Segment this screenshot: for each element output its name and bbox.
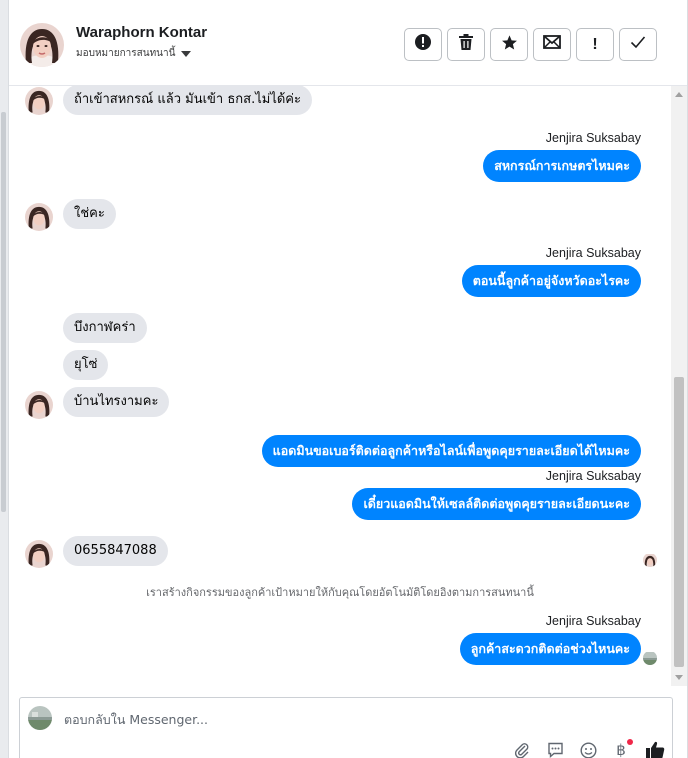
left-scrollbar-thumb[interactable] [1,112,6,512]
incoming-message[interactable]: ถ้าเข้าสหกรณ์ แล้ว มันเข้า ธกส.ไม่ได้ค่ะ [63,86,312,115]
incoming-message[interactable]: ยุโซ่ [63,350,109,380]
sender-name: Jenjira Suksabay [545,131,641,145]
chevron-down-icon [181,51,192,57]
star-icon [501,34,518,56]
system-notice: เราสร้างกิจกรรมของลูกค้าเป้าหมายให้กับคุ… [146,586,534,599]
assign-label: มอบหมายการสนทนานี้ [76,48,176,59]
envelope-icon [543,35,561,54]
check-icon [630,35,646,54]
incoming-message[interactable]: 0655847088 [63,536,168,566]
scroll-up-arrow-icon[interactable] [675,92,683,97]
contact-name[interactable]: Waraphorn Kontar [76,24,207,41]
assign-conversation-dropdown[interactable]: มอบหมายการสนทนานี้ [76,46,192,61]
trash-icon [458,33,474,56]
incoming-message[interactable]: บึงกาฬคร่า [63,313,147,343]
outgoing-message[interactable]: สหกรณ์การเกษตรไหมคะ [483,150,641,182]
contact-avatar-small [25,391,53,419]
reply-composer: ฿ [19,697,673,758]
scrollbar-thumb[interactable] [674,377,684,667]
notification-dot [627,739,633,745]
reply-input[interactable] [64,710,484,728]
attachment-icon[interactable] [513,741,531,758]
conversation-panel: Waraphorn Kontar มอบหมายการสนทนานี้ ! ถ้… [8,0,688,758]
incoming-message[interactable]: บ้านไทรงามคะ [63,387,170,417]
page-avatar [28,706,52,730]
emoji-icon[interactable] [579,741,597,758]
outgoing-message[interactable]: แอดมินขอเบอร์ติดต่อลูกค้าหรือไลน์เพื่อพู… [261,435,641,467]
contact-avatar-small [25,540,53,568]
star-button[interactable] [490,28,528,61]
outgoing-message[interactable]: ตอนนี้ลูกค้าอยู่จังหวัดอะไรคะ [461,265,641,297]
contact-avatar[interactable] [20,23,64,67]
incoming-message[interactable]: ใช่คะ [63,199,116,229]
like-icon[interactable] [644,741,666,758]
sender-name: Jenjira Suksabay [545,469,641,483]
message-thread: ถ้าเข้าสหกรณ์ แล้ว มันเข้า ธกส.ไม่ได้ค่ะ… [9,86,671,686]
alert-circle-icon [414,33,432,56]
messenger-inbox: Waraphorn Kontar มอบหมายการสนทนานี้ ! ถ้… [0,0,688,758]
seen-avatar [643,651,657,665]
contact-avatar-small [25,203,53,231]
mark-done-button[interactable] [619,28,657,61]
chat-scrollbar[interactable] [671,86,687,686]
follow-up-button[interactable]: ! [576,28,614,61]
exclamation-icon: ! [592,35,598,53]
spam-button[interactable] [404,28,442,61]
scroll-down-arrow-icon[interactable] [675,675,683,680]
left-scroll-strip [0,0,8,758]
delete-button[interactable] [447,28,485,61]
outgoing-message[interactable]: เดี๋ยวแอดมินให้เซลล์ติดต่อพูดคุยรายละเอี… [352,488,641,520]
conversation-header: Waraphorn Kontar มอบหมายการสนทนานี้ ! [9,0,687,86]
contact-avatar-small [25,87,53,115]
seen-avatar [643,553,657,567]
mark-unread-button[interactable] [533,28,571,61]
sender-name: Jenjira Suksabay [545,246,641,260]
saved-reply-icon[interactable] [546,741,564,758]
outgoing-message[interactable]: ลูกค้าสะดวกติดต่อช่วงไหนคะ [459,633,641,665]
sender-name: Jenjira Suksabay [545,614,641,628]
